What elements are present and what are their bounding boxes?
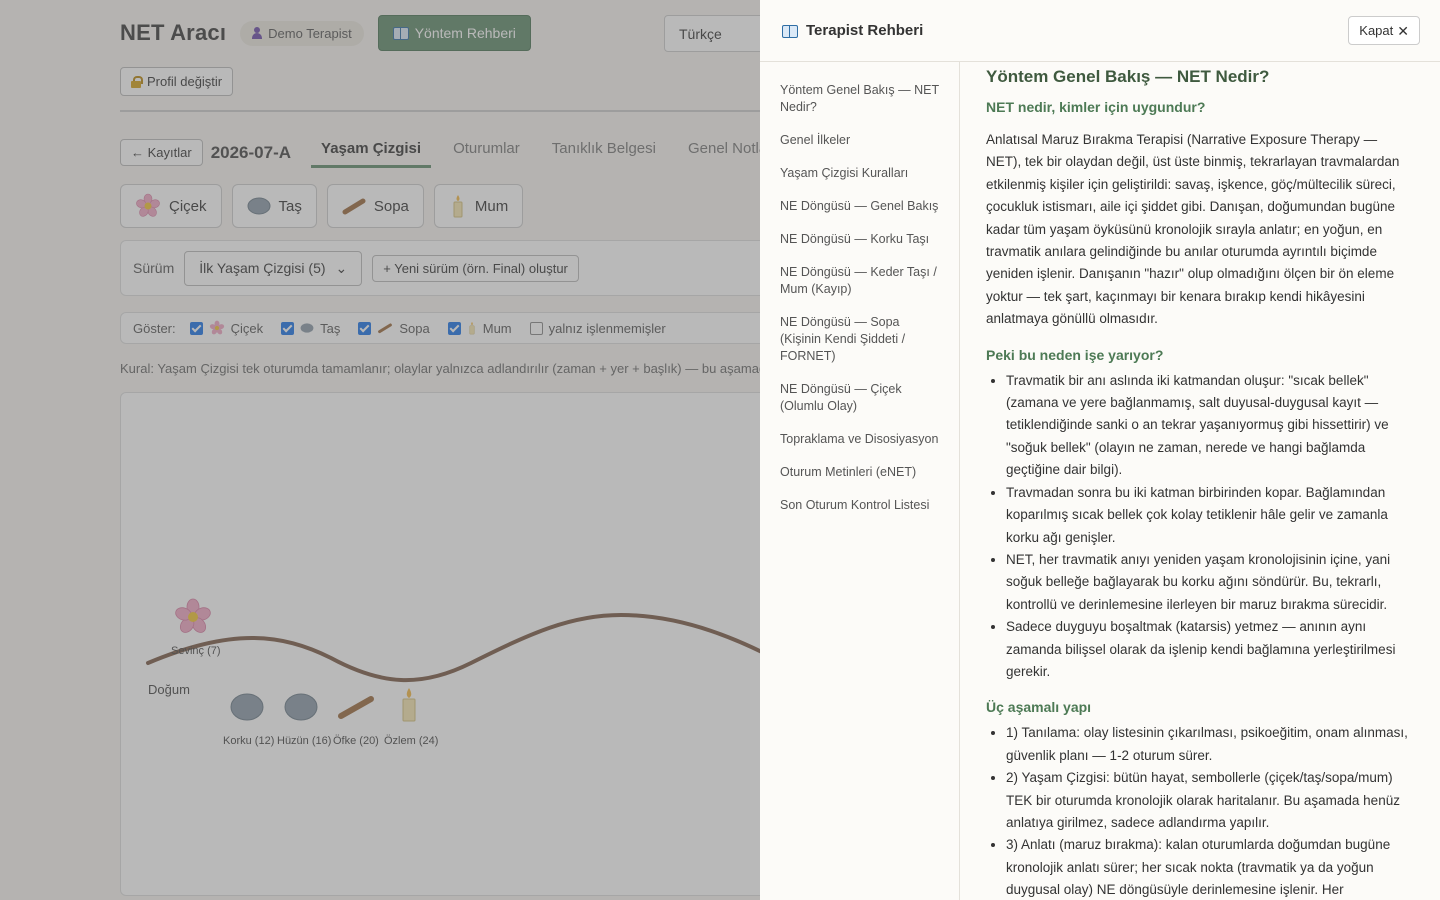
modal-backdrop[interactable] xyxy=(0,0,760,900)
list-item: 3) Anlatı (maruz bırakma): kalan oturuml… xyxy=(1006,834,1414,900)
list-item: 2) Yaşam Çizgisi: bütün hayat, semboller… xyxy=(1006,767,1414,834)
section-list: Travmatik bir anı aslında iki katmandan … xyxy=(986,370,1414,684)
close-button[interactable]: Kapat ✕ xyxy=(1348,16,1420,45)
drawer-title: Terapist Rehberi xyxy=(782,22,923,39)
nav-item-ne-grief-stone[interactable]: NE Döngüsü — Keder Taşı / Mum (Kayıp) xyxy=(760,264,959,298)
drawer-header: Terapist Rehberi Kapat ✕ xyxy=(760,0,1440,62)
nav-item-lifeline-rules[interactable]: Yaşam Çizgisi Kuralları xyxy=(760,165,959,182)
drawer-title-text: Terapist Rehberi xyxy=(806,22,924,39)
section-heading: Peki bu neden işe yarıyor? xyxy=(986,346,1164,363)
content-title: Yöntem Genel Bakış — NET Nedir? xyxy=(986,67,1270,86)
guide-nav: Yöntem Genel Bakış — NET Nedir? Genel İl… xyxy=(760,62,960,900)
nav-item-grounding[interactable]: Topraklama ve Disosiyasyon xyxy=(760,431,959,448)
list-item: 1) Tanılama: olay listesinin çıkarılması… xyxy=(1006,722,1414,767)
section-paragraph: Anlatısal Maruz Bırakma Terapisi (Narrat… xyxy=(986,132,1400,327)
close-icon: ✕ xyxy=(1397,22,1409,39)
guide-content: Yöntem Genel Bakış — NET Nedir? NET nedi… xyxy=(960,62,1440,900)
therapist-guide-drawer: Terapist Rehberi Kapat ✕ Yöntem Genel Ba… xyxy=(760,0,1440,900)
list-item: Travmatik bir anı aslında iki katmandan … xyxy=(1006,370,1414,482)
section-list: 1) Tanılama: olay listesinin çıkarılması… xyxy=(986,722,1414,900)
section-heading: NET nedir, kimler için uygundur? xyxy=(986,99,1206,115)
nav-item-overview[interactable]: Yöntem Genel Bakış — NET Nedir? xyxy=(760,82,959,116)
book-icon xyxy=(782,24,798,38)
close-label: Kapat xyxy=(1359,23,1394,38)
list-item: NET, her travmatik anıyı yeniden yaşam k… xyxy=(1006,549,1414,616)
nav-item-general-principles[interactable]: Genel İlkeler xyxy=(760,132,959,149)
list-item: Travmadan sonra bu iki katman birbirinde… xyxy=(1006,482,1414,549)
nav-item-ne-overview[interactable]: NE Döngüsü — Genel Bakış xyxy=(760,198,959,215)
nav-item-session-texts[interactable]: Oturum Metinleri (eNET) xyxy=(760,464,959,481)
nav-item-ne-fear-stone[interactable]: NE Döngüsü — Korku Taşı xyxy=(760,231,959,248)
nav-item-ne-flower[interactable]: NE Döngüsü — Çiçek (Olumlu Olay) xyxy=(760,381,959,415)
list-item: Sadece duyguyu boşaltmak (katarsis) yetm… xyxy=(1006,616,1414,683)
nav-item-ne-stick[interactable]: NE Döngüsü — Sopa (Kişinin Kendi Şiddeti… xyxy=(760,314,959,365)
section-heading: Üç aşamalı yapı xyxy=(986,699,1092,716)
nav-item-final-checklist[interactable]: Son Oturum Kontrol Listesi xyxy=(760,497,959,514)
